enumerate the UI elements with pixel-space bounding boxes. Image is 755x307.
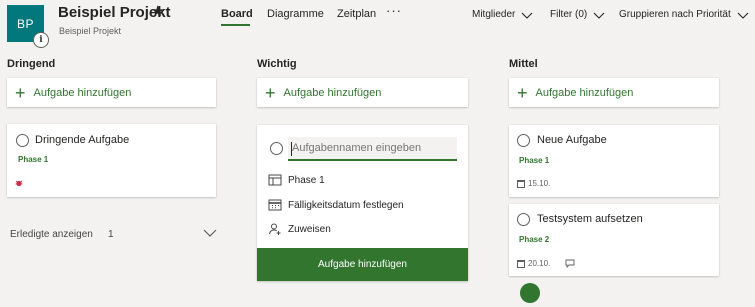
star-icon[interactable]: ★ <box>151 2 164 20</box>
task-bucket-label: Phase 1 <box>18 155 49 164</box>
text-caret <box>291 142 292 156</box>
bucket-label: Phase 1 <box>288 174 325 186</box>
due-date-value: 15.10. <box>528 179 551 188</box>
tab-diagramme[interactable]: Diagramme <box>267 8 324 20</box>
chevron-down-icon <box>521 12 533 19</box>
tab-zeitplan[interactable]: Zeitplan <box>337 8 376 20</box>
complete-task-checkbox[interactable] <box>517 213 530 226</box>
task-card[interactable]: Testsystem aufsetzen Phase 2 20.10. <box>509 204 719 276</box>
submit-task-button[interactable]: Aufgabe hinzufügen <box>257 248 468 281</box>
column-title-wichtig: Wichtig <box>257 58 297 70</box>
plus-icon: + <box>517 82 528 103</box>
task-bucket-label: Phase 1 <box>519 156 550 165</box>
completed-count: 1 <box>108 229 114 240</box>
due-date: 20.10. <box>517 259 550 268</box>
tab-board[interactable]: Board <box>221 8 253 20</box>
assign-selector[interactable]: Zuweisen <box>268 223 331 235</box>
task-name-input-wrapper[interactable] <box>288 137 457 161</box>
active-tab-indicator <box>221 24 250 26</box>
calendar-icon <box>517 259 525 268</box>
more-icon[interactable]: ··· <box>386 3 402 18</box>
header: BP i Beispiel Projekt ★ Beispiel Projekt… <box>0 0 755 52</box>
task-title: Neue Aufgabe <box>537 134 607 146</box>
board-icon <box>268 174 282 186</box>
add-task-label: Aufgabe hinzufügen <box>283 86 382 99</box>
assign-label: Zuweisen <box>288 223 331 235</box>
add-task-label: Aufgabe hinzufügen <box>33 86 132 99</box>
filter-label: Filter (0) <box>550 9 588 20</box>
task-bucket-label: Phase 2 <box>519 235 550 244</box>
members-label: Mitglieder <box>472 9 516 20</box>
complete-task-checkbox[interactable] <box>16 134 29 147</box>
calendar-icon <box>268 199 282 211</box>
task-title: Testsystem aufsetzen <box>537 213 643 225</box>
person-add-icon <box>269 223 281 235</box>
urgent-icon <box>15 180 23 187</box>
add-task-label: Aufgabe hinzufügen <box>535 86 634 99</box>
complete-task-checkbox[interactable] <box>517 134 530 147</box>
chevron-down-icon[interactable] <box>202 226 218 240</box>
due-date-value: 20.10. <box>528 259 551 268</box>
bucket-selector[interactable]: Phase 1 <box>268 174 325 186</box>
due-date-label: Fälligkeitsdatum festlegen <box>288 199 404 211</box>
filter-dropdown[interactable]: Filter (0) <box>550 9 605 20</box>
info-icon[interactable]: i <box>33 32 49 48</box>
calendar-icon <box>517 179 525 188</box>
task-title: Dringende Aufgabe <box>35 134 130 146</box>
group-by-label: Gruppieren nach Priorität <box>619 9 731 20</box>
chevron-down-icon <box>737 12 749 19</box>
plus-icon: + <box>265 82 276 103</box>
task-name-input[interactable] <box>288 137 457 159</box>
project-subtitle: Beispiel Projekt <box>59 26 122 36</box>
complete-task-checkbox <box>270 142 283 155</box>
group-by-dropdown[interactable]: Gruppieren nach Priorität <box>619 9 749 20</box>
add-task-button-wichtig[interactable]: + Aufgabe hinzufügen <box>257 78 468 107</box>
due-date-selector[interactable]: Fälligkeitsdatum festlegen <box>268 199 404 211</box>
add-task-button-dringend[interactable]: + Aufgabe hinzufügen <box>7 78 216 107</box>
avatar <box>520 283 540 303</box>
comment-icon <box>565 259 575 268</box>
column-title-mittel: Mittel <box>509 58 538 70</box>
add-task-button-mittel[interactable]: + Aufgabe hinzufügen <box>509 78 719 107</box>
plus-icon: + <box>15 82 26 103</box>
task-card[interactable]: Neue Aufgabe Phase 1 15.10. <box>509 125 719 197</box>
column-title-dringend: Dringend <box>7 58 56 70</box>
task-card[interactable]: Dringende Aufgabe Phase 1 <box>7 124 216 197</box>
due-date: 15.10. <box>517 179 550 188</box>
chevron-down-icon <box>593 12 605 19</box>
show-completed-toggle[interactable]: Erledigte anzeigen <box>10 229 93 240</box>
members-filter[interactable]: Mitglieder <box>472 9 533 20</box>
